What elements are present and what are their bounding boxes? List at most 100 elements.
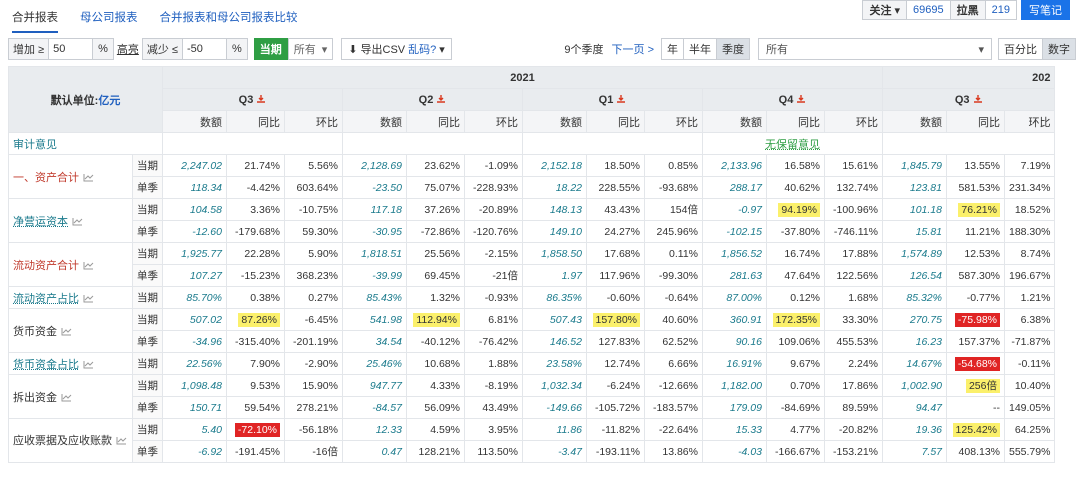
table-row: 单季 107.27 -15.23% 368.23% -39.99 69.45% -21倍 1.…: [9, 264, 1056, 287]
amount-cell: 107.27: [162, 264, 227, 287]
qoq-cell: 113.50%: [464, 440, 523, 463]
tab-compare[interactable]: 合并报表和母公司报表比较: [160, 1, 298, 33]
highlight-label[interactable]: 高亮: [117, 41, 139, 57]
write-note-button[interactable]: 写笔记: [1021, 0, 1070, 20]
pdf-report-icon[interactable]: [256, 94, 266, 104]
trend-chart-icon[interactable]: [83, 173, 94, 182]
yoy-cell: 10.68%: [406, 352, 465, 375]
export-csv-button[interactable]: ⬇ 导出CSV 乱码? ▾: [341, 38, 452, 60]
seg-half-year[interactable]: 半年: [683, 38, 717, 60]
table-row: 单季 -12.60 -179.68% 59.30% -30.95 -72.86% -120.…: [9, 220, 1056, 243]
audit-cell: [881, 132, 1056, 155]
row-label[interactable]: 货币资金占比: [8, 352, 133, 375]
amount-cell: 150.71: [162, 396, 227, 419]
qoq-cell: -71.87%: [1003, 330, 1056, 353]
amount-cell: 2,128.69: [342, 154, 407, 177]
col-header[interactable]: 同比: [586, 110, 645, 133]
col-header[interactable]: 同比: [766, 110, 825, 133]
tab-consolidated[interactable]: 合并报表: [12, 1, 58, 33]
seg-year[interactable]: 年: [661, 38, 684, 60]
increase-input[interactable]: [49, 38, 94, 60]
amount-cell: 1,574.89: [882, 242, 947, 265]
pdf-report-icon[interactable]: [973, 94, 983, 104]
qoq-cell: 154倍: [644, 198, 703, 221]
col-header[interactable]: 环比: [284, 110, 343, 133]
row-label[interactable]: 应收票据及应收账款: [8, 418, 133, 463]
amount-cell: 149.10: [522, 220, 587, 243]
chevron-down-icon: ▾: [978, 43, 984, 56]
percent-toggle[interactable]: 百分比: [998, 38, 1043, 60]
amount-cell: 19.36: [882, 418, 947, 441]
seg-quarter[interactable]: 季度: [716, 38, 750, 60]
amount-cell: 179.09: [702, 396, 767, 419]
amount-cell: -12.60: [162, 220, 227, 243]
follow-button[interactable]: 关注 ▾: [862, 0, 908, 20]
col-header[interactable]: 同比: [226, 110, 285, 133]
garbled-link[interactable]: 乱码?: [408, 41, 436, 57]
row-label[interactable]: 拆出资金: [8, 374, 133, 419]
qoq-cell: 231.34%: [1003, 176, 1056, 199]
row-label[interactable]: 流动资产合计: [8, 242, 133, 287]
yoy-cell: 172.35%: [766, 308, 825, 331]
trend-chart-icon[interactable]: [83, 360, 94, 369]
unit-link[interactable]: 亿元: [98, 95, 120, 107]
col-header[interactable]: 环比: [644, 110, 703, 133]
amount-cell: 1,032.34: [522, 374, 587, 397]
col-header[interactable]: 环比: [1003, 110, 1056, 133]
next-page-link[interactable]: 下一页 >: [612, 41, 654, 57]
col-header[interactable]: 环比: [464, 110, 523, 133]
qoq-cell: -100.96%: [824, 198, 883, 221]
col-header[interactable]: 数额: [162, 110, 227, 133]
col-header[interactable]: 数额: [342, 110, 407, 133]
row-label[interactable]: 货币资金: [8, 308, 133, 353]
table-row: 单季 -34.96 -315.40% -201.19% 34.54 -40.12% -76.…: [9, 330, 1056, 353]
pdf-report-icon[interactable]: [616, 94, 626, 104]
yoy-cell: 47.64%: [766, 264, 825, 287]
block-button[interactable]: 拉黑: [949, 0, 986, 20]
col-header[interactable]: 数额: [522, 110, 587, 133]
qoq-cell: 2.24%: [824, 352, 883, 375]
yoy-cell: -75.98%: [946, 308, 1005, 331]
quarter-q3-4[interactable]: Q3: [881, 88, 1056, 111]
amount-cell: -149.66: [522, 396, 587, 419]
col-header[interactable]: 环比: [824, 110, 883, 133]
quarter-q1-2[interactable]: Q1: [522, 88, 703, 111]
yoy-cell: 581.53%: [946, 176, 1005, 199]
audit-opinion-link[interactable]: 无保留意见: [765, 139, 820, 151]
number-toggle[interactable]: 数字: [1042, 38, 1076, 60]
amount-cell: -102.15: [702, 220, 767, 243]
qoq-cell: 33.30%: [824, 308, 883, 331]
col-header[interactable]: 同比: [406, 110, 465, 133]
col-header[interactable]: 同比: [946, 110, 1005, 133]
quarter-q4-3[interactable]: Q4: [702, 88, 883, 111]
row-label[interactable]: 一、资产合计: [8, 154, 133, 199]
decrease-input[interactable]: [182, 38, 227, 60]
trend-chart-icon[interactable]: [83, 261, 94, 270]
amount-cell: 22.56%: [162, 352, 227, 375]
table-row: 拆出资金 当期 1,098.48 9.53% 15.90% 947.77 4.33% -8.1…: [8, 374, 1056, 419]
yoy-cell: -193.11%: [586, 440, 645, 463]
col-header[interactable]: 数额: [882, 110, 947, 133]
tab-parent[interactable]: 母公司报表: [80, 1, 138, 33]
pdf-report-icon[interactable]: [436, 94, 446, 104]
trend-chart-icon[interactable]: [72, 217, 83, 226]
audit-row: 审计意见 无保留意见: [8, 132, 1056, 155]
yoy-cell: 25.56%: [406, 242, 465, 265]
yoy-cell: 59.54%: [226, 396, 285, 419]
amount-cell: -30.95: [342, 220, 407, 243]
period-select[interactable]: 所有 ▾: [287, 38, 334, 60]
pdf-report-icon[interactable]: [796, 94, 806, 104]
row-label[interactable]: 流动资产占比: [8, 286, 133, 309]
trend-chart-icon[interactable]: [116, 436, 127, 445]
row-label[interactable]: 净营运资本: [8, 198, 133, 243]
yoy-cell: -179.68%: [226, 220, 285, 243]
current-period-button[interactable]: 当期: [253, 38, 288, 60]
quarter-q2-1[interactable]: Q2: [342, 88, 523, 111]
col-header[interactable]: 数额: [702, 110, 767, 133]
quarter-q3-0[interactable]: Q3: [162, 88, 343, 111]
item-filter-select[interactable]: 所有 ▾: [758, 38, 992, 60]
trend-chart-icon[interactable]: [61, 327, 72, 336]
trend-chart-icon[interactable]: [61, 393, 72, 402]
row-label-text: 应收票据及应收账款: [13, 434, 112, 447]
trend-chart-icon[interactable]: [83, 294, 94, 303]
